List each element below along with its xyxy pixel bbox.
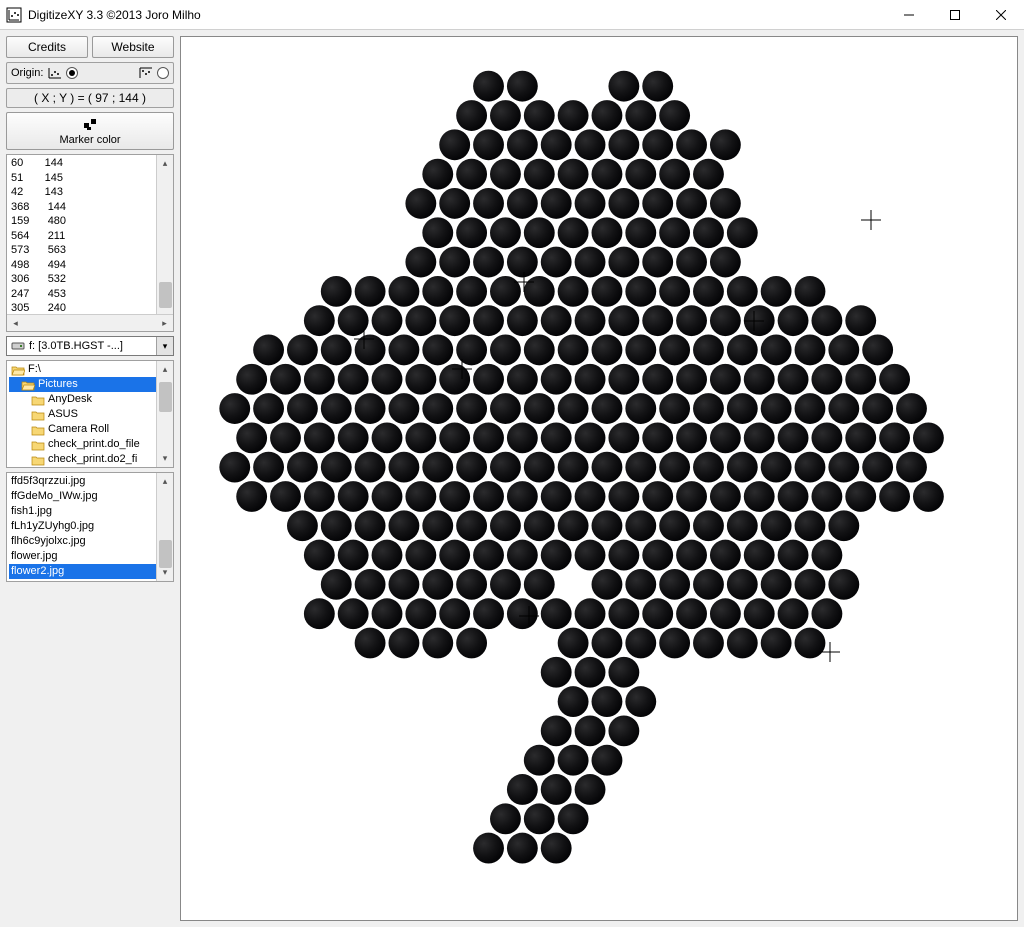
folder-item[interactable]: check_print.do_file: [9, 437, 173, 452]
minimize-button[interactable]: [886, 0, 932, 30]
scrollbar-thumb[interactable]: [159, 282, 172, 308]
file-label: flower2.jpg: [11, 564, 64, 579]
scroll-up-icon[interactable]: ▴: [157, 361, 174, 378]
origin-panel: Origin:: [6, 62, 174, 84]
file-item[interactable]: fish1.jpg: [9, 504, 173, 519]
coordinate-list[interactable]: 60 14451 14542 143368 144159 480564 2115…: [6, 154, 174, 332]
file-item[interactable]: flower2.jpg: [9, 564, 173, 579]
dropdown-icon[interactable]: ▾: [156, 337, 173, 355]
file-label: fish1.jpg: [11, 504, 52, 519]
drive-text: f: [3.0TB.HGST -...]: [29, 340, 156, 352]
radio-icon: [66, 67, 78, 79]
coord-row[interactable]: 247 453: [11, 287, 173, 302]
coord-row[interactable]: 306 532: [11, 272, 173, 287]
file-item[interactable]: fLh1yZUyhg0.jpg: [9, 519, 173, 534]
scroll-up-icon[interactable]: ▴: [157, 155, 174, 172]
folder-icon: [31, 409, 45, 421]
folder-item[interactable]: F:\: [9, 362, 173, 377]
coord-row[interactable]: 51 145: [11, 171, 173, 186]
radio-icon: [157, 67, 169, 79]
sidebar: Credits Website Origin: ( X ; Y ) = ( 97…: [6, 36, 174, 921]
file-item[interactable]: flh6c9yjolxc.jpg: [9, 534, 173, 549]
file-label: ffd5f3qrzzui.jpg: [11, 474, 85, 489]
folder-tree[interactable]: F:\PicturesAnyDeskASUSCamera Rollcheck_p…: [6, 360, 174, 468]
scrollbar-thumb[interactable]: [159, 540, 172, 568]
credits-button[interactable]: Credits: [6, 36, 88, 58]
file-label: fLh1yZUyhg0.jpg: [11, 519, 94, 534]
folder-label: ASUS: [48, 407, 78, 422]
titlebar: DigitizeXY 3.3 ©2013 Joro Milho: [0, 0, 1024, 30]
file-label: flh6c9yjolxc.jpg: [11, 534, 86, 549]
drive-selector[interactable]: f: [3.0TB.HGST -...] ▾: [6, 336, 174, 356]
origin-label: Origin:: [11, 67, 43, 79]
coord-row[interactable]: 60 144: [11, 156, 173, 171]
origin-bottom-left-option[interactable]: [47, 66, 78, 80]
maximize-button[interactable]: [932, 0, 978, 30]
coord-row[interactable]: 368 144: [11, 200, 173, 215]
folder-item[interactable]: AnyDesk: [9, 392, 173, 407]
drive-icon: [10, 339, 26, 353]
coord-row[interactable]: 498 494: [11, 258, 173, 273]
marker-icon: [82, 116, 98, 132]
file-list[interactable]: ffd5f3qrzzui.jpgffGdeMo_IWw.jpgfish1.jpg…: [6, 472, 174, 582]
folder-icon: [31, 439, 45, 451]
scrollbar-horizontal[interactable]: ◂ ▸: [7, 314, 173, 331]
folder-item[interactable]: Pictures: [9, 377, 173, 392]
close-button[interactable]: [978, 0, 1024, 30]
scroll-left-icon[interactable]: ◂: [7, 315, 24, 332]
folder-label: F:\: [28, 362, 41, 377]
folder-label: AnyDesk: [48, 392, 92, 407]
clover-image: [181, 37, 1017, 913]
scroll-up-icon[interactable]: ▴: [157, 473, 174, 490]
file-item[interactable]: flower.jpg: [9, 549, 173, 564]
folder-item[interactable]: Camera Roll: [9, 422, 173, 437]
scroll-right-icon[interactable]: ▸: [156, 315, 173, 332]
coord-row[interactable]: 42 143: [11, 185, 173, 200]
origin-top-left-option[interactable]: [138, 66, 169, 80]
file-label: flower.jpg: [11, 549, 57, 564]
app-icon: [6, 7, 22, 23]
folder-icon: [21, 379, 35, 391]
window-title: DigitizeXY 3.3 ©2013 Joro Milho: [28, 8, 201, 22]
image-canvas[interactable]: [180, 36, 1018, 921]
scrollbar-vertical[interactable]: ▴ ▾: [156, 155, 173, 314]
folder-label: check_print.do2_fi: [48, 452, 137, 467]
marker-color-button[interactable]: Marker color: [6, 112, 174, 150]
folder-icon: [31, 394, 45, 406]
folder-label: check_print.do_file: [48, 437, 140, 452]
scrollbar-vertical[interactable]: ▴ ▾: [156, 361, 173, 467]
scroll-down-icon[interactable]: ▾: [157, 450, 174, 467]
folder-icon: [31, 424, 45, 436]
coord-row[interactable]: 159 480: [11, 214, 173, 229]
file-item[interactable]: ffGdeMo_IWw.jpg: [9, 489, 173, 504]
scrollbar-vertical[interactable]: ▴ ▾: [156, 473, 173, 581]
folder-label: Pictures: [38, 377, 78, 392]
folder-icon: [31, 454, 45, 466]
folder-label: Camera Roll: [48, 422, 109, 437]
file-label: ffGdeMo_IWw.jpg: [11, 489, 98, 504]
folder-icon: [11, 364, 25, 376]
website-button[interactable]: Website: [92, 36, 174, 58]
scrollbar-thumb[interactable]: [159, 382, 172, 412]
marker-color-label: Marker color: [59, 134, 120, 146]
coord-row[interactable]: 573 563: [11, 243, 173, 258]
folder-item[interactable]: check_print.do2_fi: [9, 452, 173, 467]
folder-item[interactable]: ASUS: [9, 407, 173, 422]
coordinate-display: ( X ; Y ) = ( 97 ; 144 ): [6, 88, 174, 108]
coord-row[interactable]: 564 211: [11, 229, 173, 244]
file-item[interactable]: ffd5f3qrzzui.jpg: [9, 474, 173, 489]
